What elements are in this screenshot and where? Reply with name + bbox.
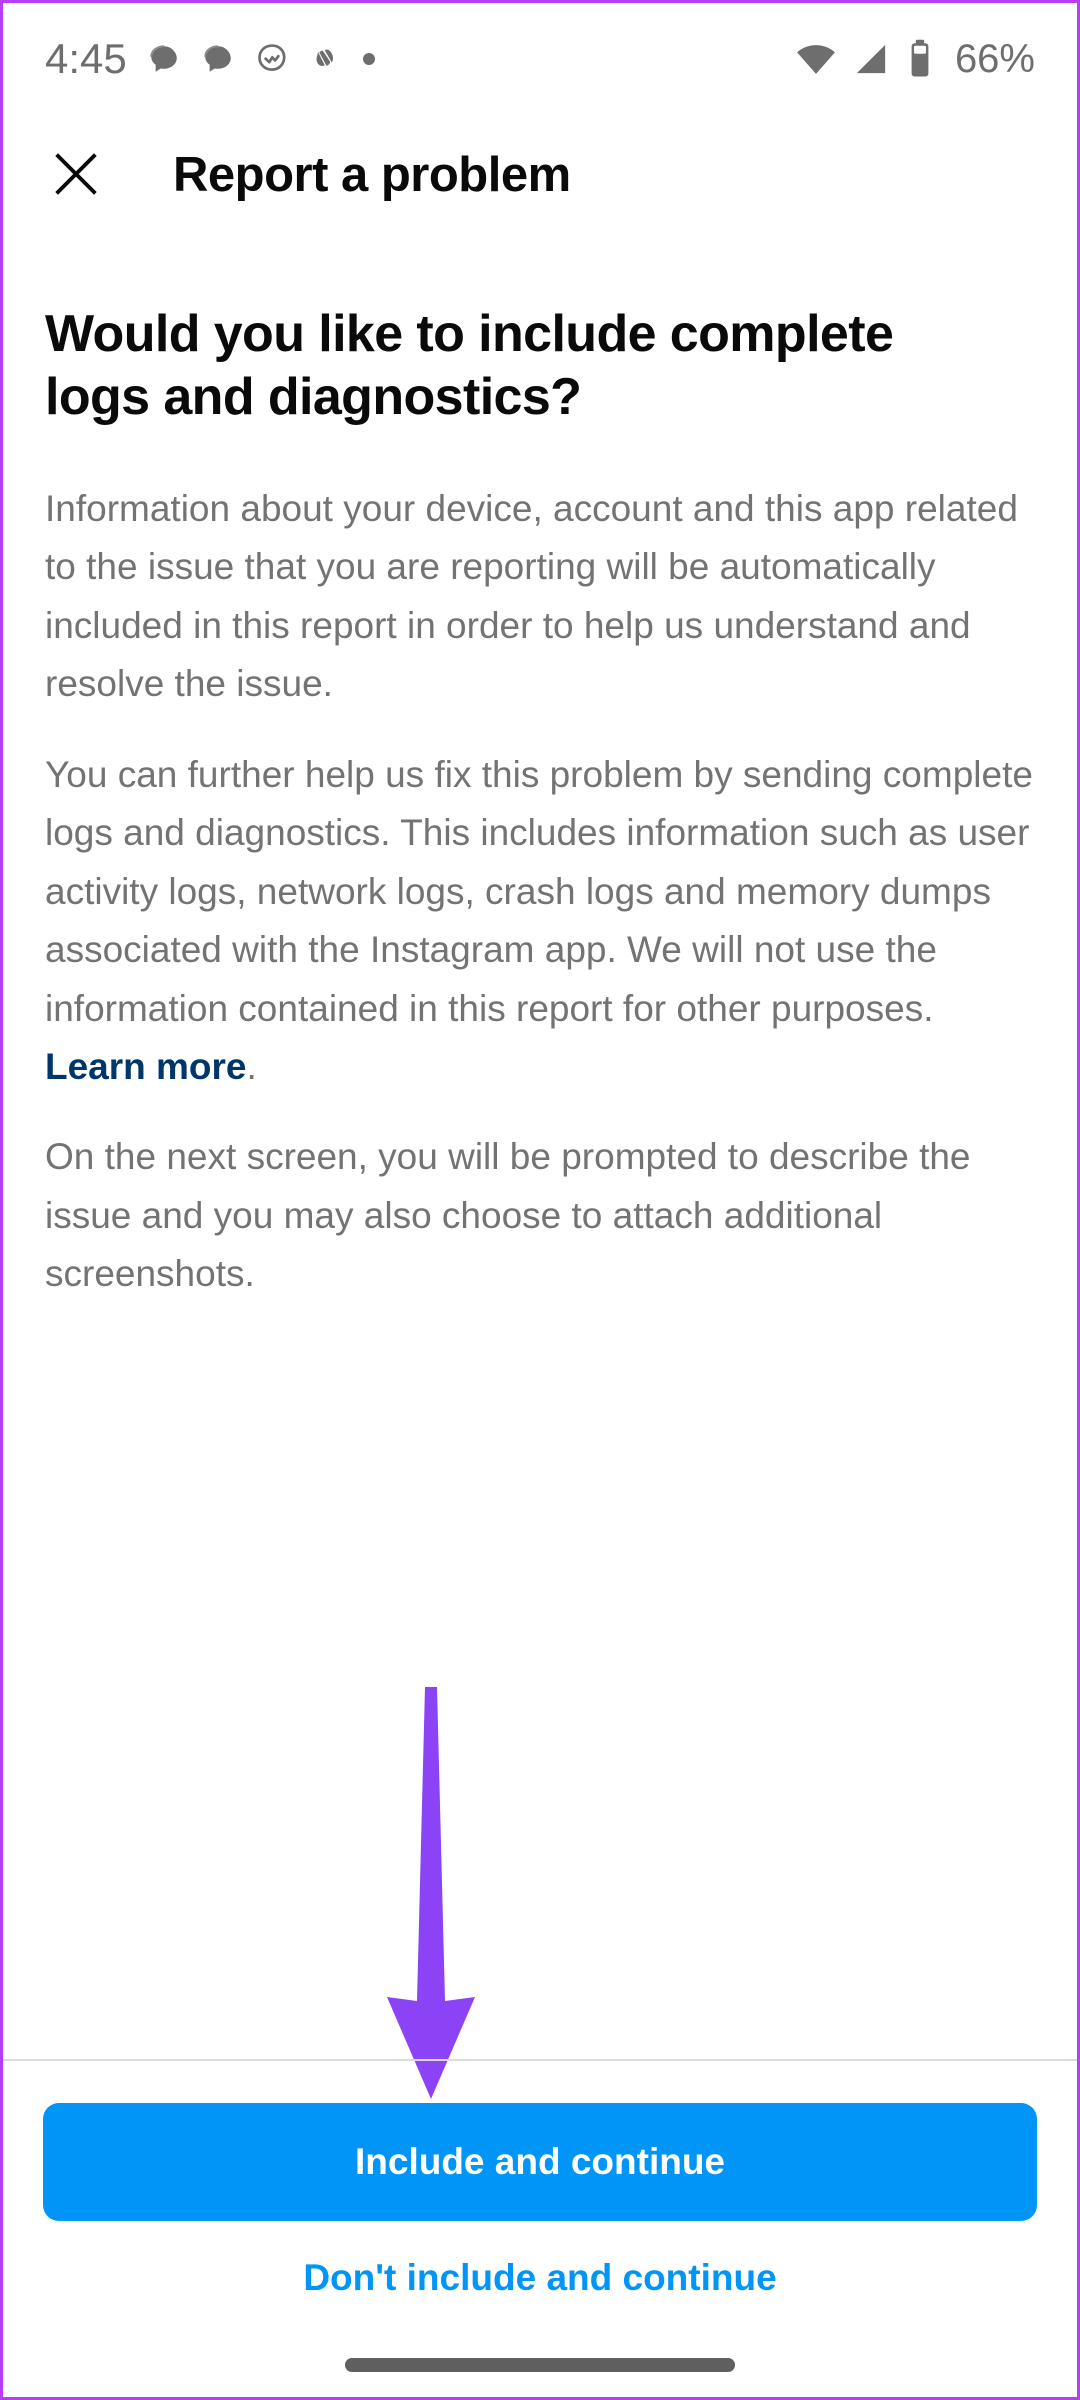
wifi-icon — [795, 38, 837, 80]
chat-bubble-icon — [147, 42, 181, 76]
page-title: Report a problem — [173, 148, 571, 202]
body-paragraph-3: On the next screen, you will be prompted… — [45, 1136, 971, 1295]
paragraph-2-text-before-link: You can further help us fix this problem… — [45, 753, 1033, 1029]
swoosh-app-icon — [309, 42, 343, 76]
paragraph-2-text-after-link: . — [246, 1045, 257, 1087]
close-x-icon — [49, 147, 103, 204]
body-paragraph-1: Information about your device, account a… — [45, 487, 1018, 705]
status-bar-right: 66% — [795, 37, 1035, 82]
down-arrow-annotation-icon — [371, 1683, 491, 2103]
dont-include-and-continue-button[interactable]: Don't include and continue — [43, 2243, 1037, 2313]
notification-dot-icon — [362, 53, 375, 65]
status-bar: 4:45 66% — [3, 3, 1077, 115]
learn-more-link[interactable]: Learn more — [45, 1046, 247, 1087]
phone-screen: 4:45 66% Report a problem Would you like… — [0, 0, 1080, 2400]
main-content: Would you like to include complete logs … — [3, 235, 1077, 1336]
battery-icon — [905, 38, 935, 80]
app-header: Report a problem — [3, 115, 1077, 235]
threads-activity-icon — [255, 42, 289, 76]
dialog-heading: Would you like to include complete logs … — [45, 305, 894, 427]
status-bar-left: 4:45 — [45, 38, 375, 80]
chat-bubble-icon — [201, 42, 235, 76]
cellular-signal-icon — [851, 39, 891, 79]
footer-divider — [3, 2059, 1077, 2061]
body-paragraph-2: You can further help us fix this problem… — [45, 746, 1035, 1097]
status-clock: 4:45 — [45, 35, 127, 82]
home-indicator-pill[interactable] — [345, 2358, 735, 2372]
close-button[interactable] — [21, 120, 131, 230]
include-and-continue-button[interactable]: Include and continue — [43, 2103, 1037, 2221]
battery-percent-label: 66% — [954, 36, 1035, 81]
